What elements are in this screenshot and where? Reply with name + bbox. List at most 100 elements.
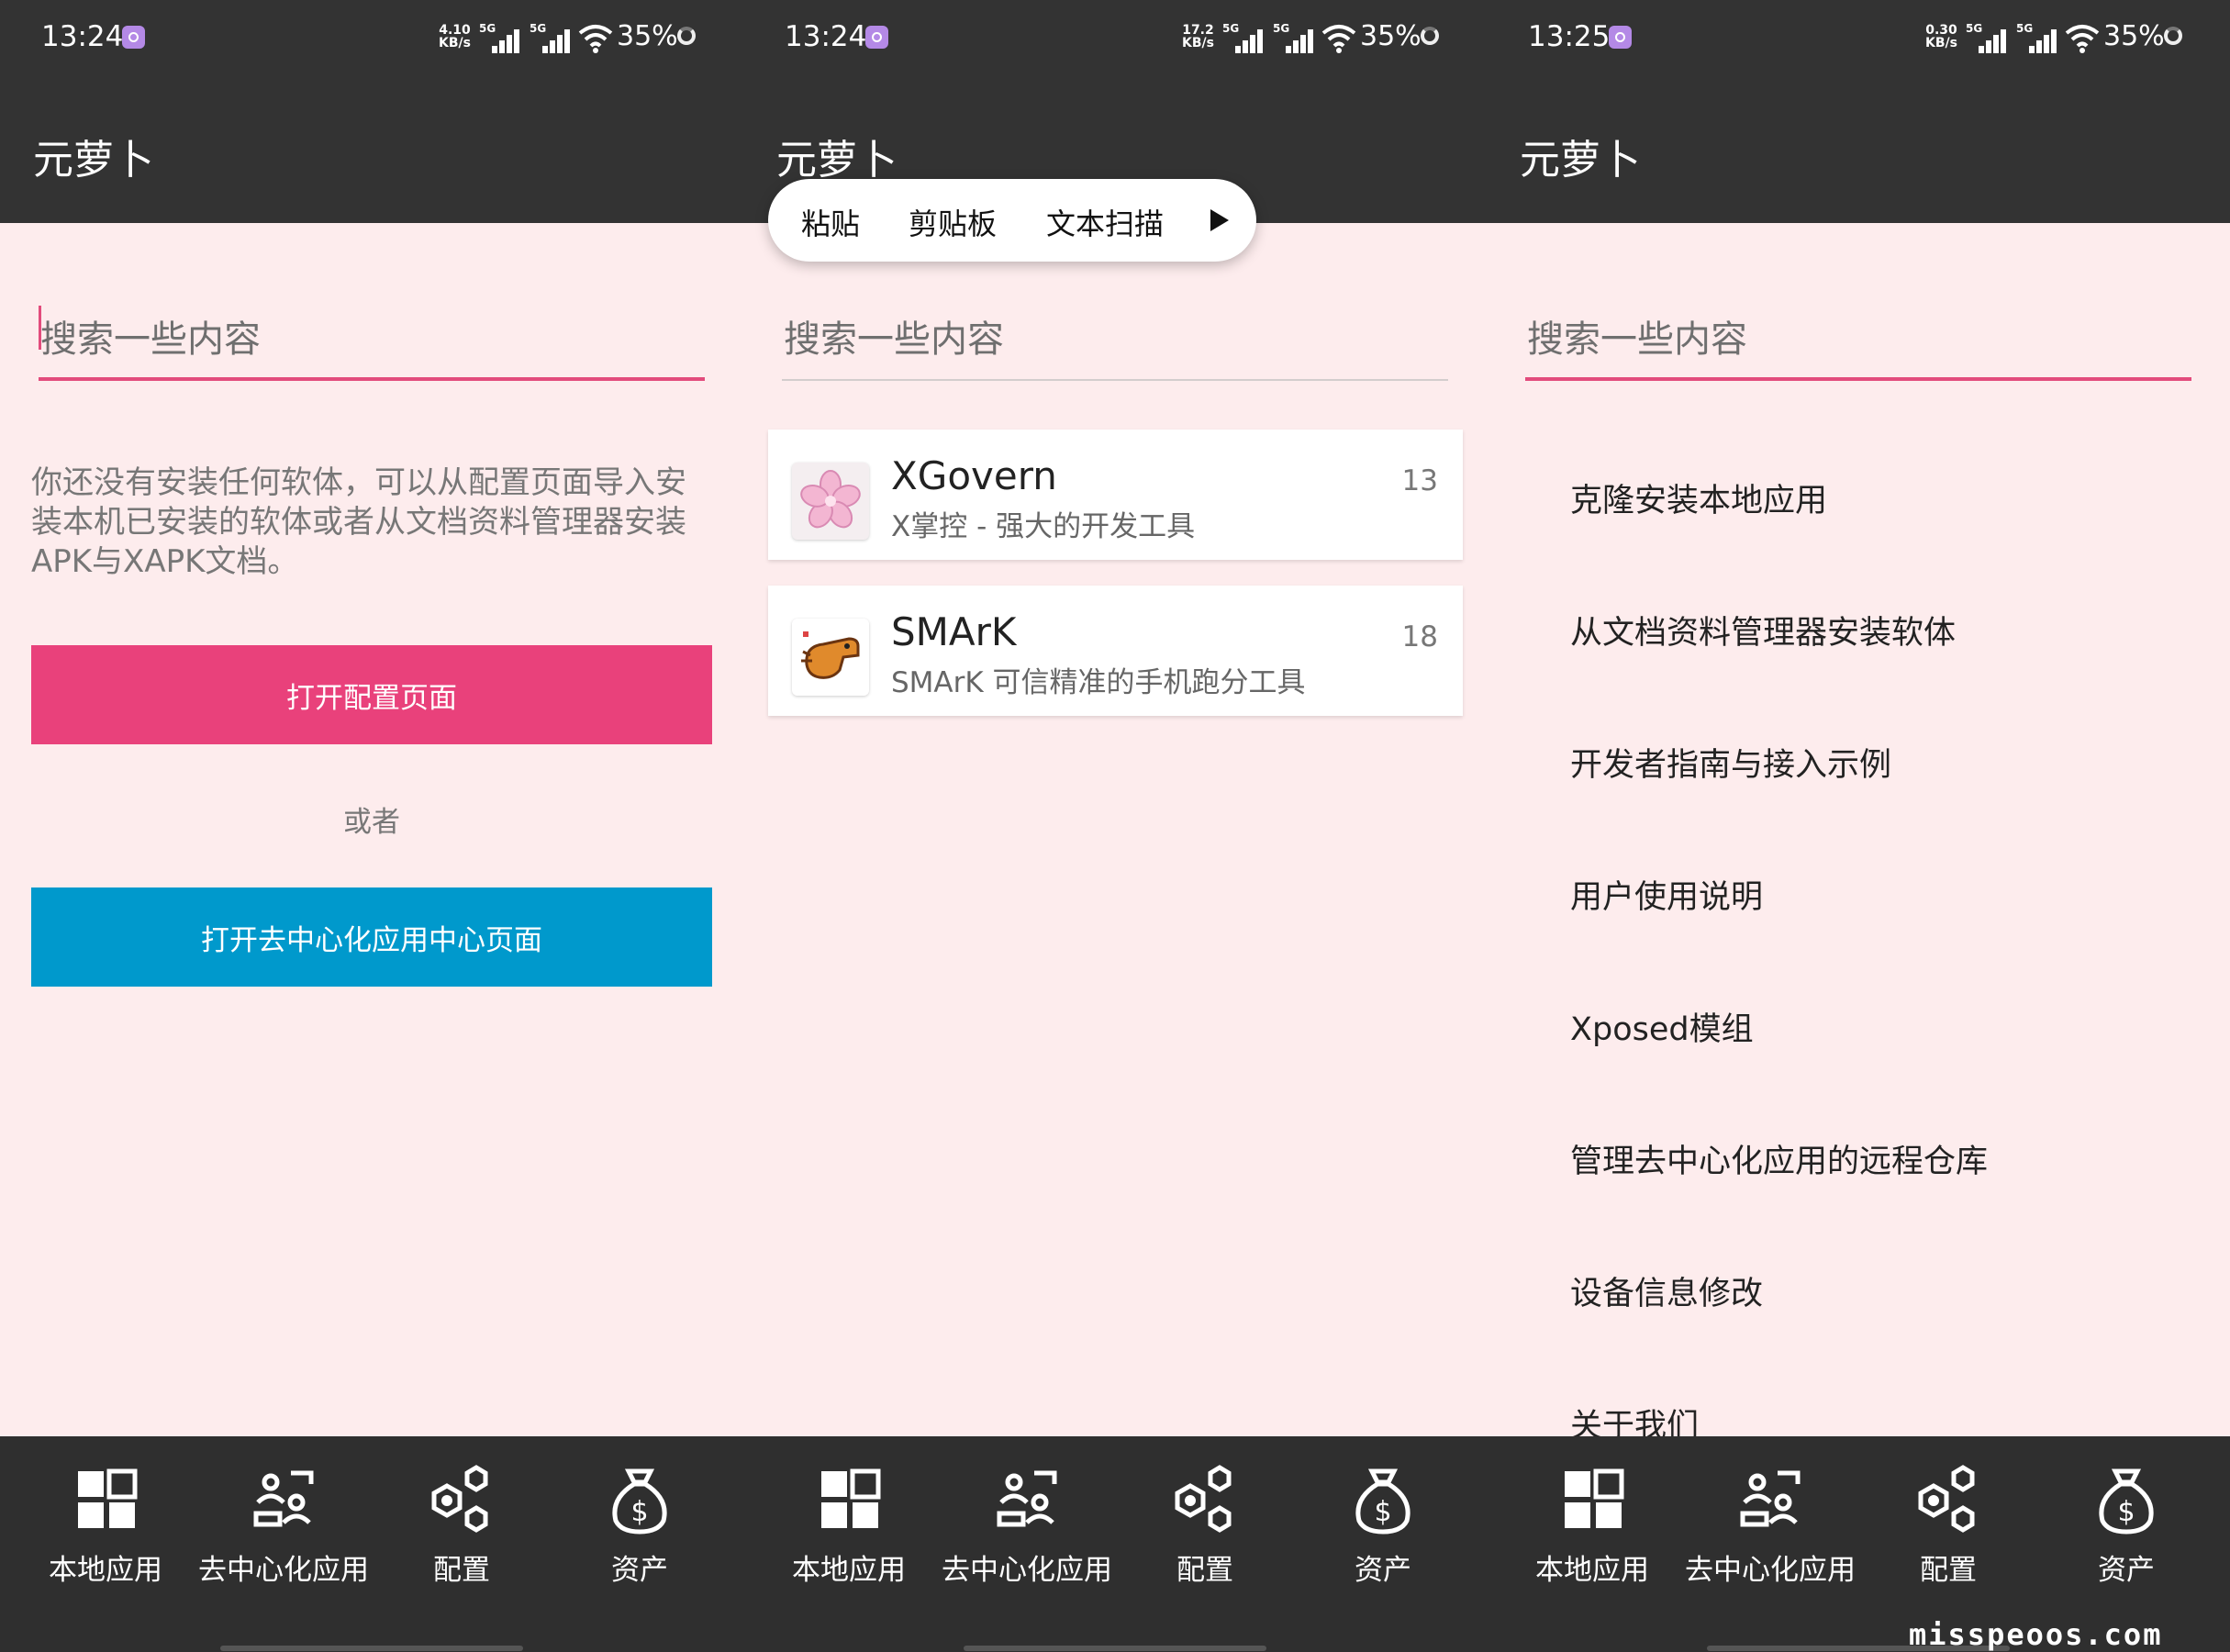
nav-local-apps[interactable]: 本地应用: [17, 1462, 195, 1588]
open-config-button[interactable]: 打开配置页面: [31, 645, 712, 744]
app-name: XGovern: [891, 453, 1057, 498]
nav-config[interactable]: 配置: [1116, 1462, 1294, 1588]
loading-icon: [1421, 27, 1439, 45]
signal-icon: 5G: [1273, 22, 1314, 55]
search-placeholder: 搜索一些内容: [1527, 318, 1747, 361]
menu-user-guide[interactable]: 用户使用说明: [1570, 871, 1763, 918]
app-description: SMArK 可信精准的手机跑分工具: [891, 666, 1306, 699]
menu-developer-guide[interactable]: 开发者指南与接入示例: [1570, 739, 1891, 786]
nav-config[interactable]: 配置: [1859, 1462, 2037, 1588]
signal-icon: 5G: [530, 22, 571, 55]
paste-menu-item[interactable]: 粘贴: [801, 201, 860, 243]
nav-label: 去中心化应用: [942, 1554, 1112, 1587]
nav-label: 配置: [1176, 1554, 1233, 1587]
menu-clone-install[interactable]: 克隆安装本地应用: [1570, 474, 1827, 521]
signal-label: 5G: [1966, 22, 1983, 35]
home-indicator[interactable]: [220, 1646, 523, 1651]
empty-message: 你还没有安装任何软体，可以从配置页面导入安装本机已安装的软体或者从文档资料管理器…: [31, 464, 686, 580]
signal-icon: 5G: [1966, 22, 2007, 55]
nav-config[interactable]: 配置: [373, 1462, 551, 1588]
text-context-menu: 粘贴 剪贴板 文本扫描: [768, 179, 1256, 262]
nav-label: 资产: [2098, 1554, 2155, 1587]
home-indicator[interactable]: [964, 1646, 1266, 1651]
sakura-icon: [792, 463, 869, 540]
nav-local-apps[interactable]: 本地应用: [1503, 1462, 1681, 1588]
more-arrow-icon[interactable]: [1210, 209, 1229, 231]
grid-icon: [78, 1468, 138, 1528]
search-placeholder: 搜索一些内容: [784, 318, 1004, 361]
nav-label: 配置: [1920, 1554, 1977, 1587]
menu-xposed-modules[interactable]: Xposed模组: [1570, 1003, 1754, 1050]
net-speed-value: 17.2: [1182, 23, 1214, 38]
bottom-nav: 本地应用 去中心化应用 配置 $ 资产: [0, 1436, 743, 1652]
app-count: 13: [1401, 464, 1438, 497]
app-title: 元萝卜: [1520, 137, 1641, 184]
nav-assets[interactable]: $ 资产: [1294, 1462, 1472, 1588]
search-input[interactable]: 搜索一些内容: [39, 298, 705, 381]
status-time: 13:24: [785, 20, 867, 53]
screen-local-apps-list: 13:24 17.2 KB/s 5G 5G 35% 元萝卜 粘贴 剪贴板 文本扫描…: [743, 0, 1487, 1652]
notification-icon: [122, 26, 145, 49]
bottom-nav: 本地应用 去中心化应用 配置 $ 资产: [743, 1436, 1487, 1652]
net-speed: 17.2 KB/s: [1182, 24, 1214, 50]
net-speed: 4.10 KB/s: [439, 24, 471, 50]
gears-icon: [1918, 1465, 1975, 1533]
status-time: 13:25: [1528, 20, 1611, 53]
app-card[interactable]: SMArK SMArK 可信精准的手机跑分工具 18: [768, 586, 1463, 716]
nav-label: 本地应用: [1535, 1554, 1649, 1587]
signal-label: 5G: [479, 22, 496, 35]
svg-text:$: $: [630, 1496, 648, 1528]
menu-install-from-files[interactable]: 从文档资料管理器安装软体: [1570, 607, 1956, 653]
status-bar: 13:24 4.10 KB/s 5G 5G 35%: [0, 0, 743, 81]
nav-label: 本地应用: [49, 1554, 162, 1587]
wifi-icon: [578, 25, 613, 53]
app-count: 18: [1401, 620, 1438, 653]
menu-remote-repos[interactable]: 管理去中心化应用的远程仓库: [1570, 1135, 1988, 1182]
nav-label: 配置: [433, 1554, 490, 1587]
status-bar: 13:24 17.2 KB/s 5G 5G 35%: [743, 0, 1487, 81]
notification-icon: [1609, 26, 1632, 49]
net-speed: 0.30 KB/s: [1925, 24, 1957, 50]
screen-local-apps-empty: 13:24 4.10 KB/s 5G 5G 35% 元萝卜 搜索一些内容 你还没有…: [0, 0, 743, 1652]
signal-label: 5G: [1273, 22, 1290, 35]
signal-label: 5G: [1222, 22, 1240, 35]
app-name: SMArK: [891, 609, 1017, 654]
nav-decentral-apps[interactable]: 去中心化应用: [195, 1462, 373, 1588]
svg-text:$: $: [2117, 1496, 2135, 1528]
or-label: 或者: [343, 806, 400, 839]
nav-assets[interactable]: $ 资产: [2037, 1462, 2215, 1588]
nav-label: 去中心化应用: [198, 1554, 369, 1587]
nav-decentral-apps[interactable]: 去中心化应用: [938, 1462, 1116, 1588]
nav-label: 本地应用: [792, 1554, 906, 1587]
app-description: X掌控 - 强大的开发工具: [891, 510, 1196, 543]
signal-icon: 5G: [479, 22, 520, 55]
dinosaur-icon: [792, 619, 869, 696]
clipboard-menu-item[interactable]: 剪贴板: [909, 201, 997, 243]
signal-label: 5G: [530, 22, 547, 35]
screen-config: 13:25 0.30 KB/s 5G 5G 35% 元萝卜 搜索一些内容 克隆安装…: [1487, 0, 2230, 1652]
net-speed-unit: KB/s: [1925, 36, 1957, 50]
wifi-icon: [2065, 25, 2100, 53]
svg-text:$: $: [1374, 1496, 1391, 1528]
net-speed-value: 0.30: [1925, 23, 1957, 38]
nav-local-apps[interactable]: 本地应用: [760, 1462, 938, 1588]
net-speed-unit: KB/s: [1182, 36, 1214, 50]
nav-decentral-apps[interactable]: 去中心化应用: [1681, 1462, 1859, 1588]
signal-label: 5G: [2016, 22, 2034, 35]
loading-icon: [677, 27, 696, 45]
search-underline: [39, 377, 705, 381]
grid-icon: [1565, 1468, 1624, 1528]
loading-icon: [2164, 27, 2182, 45]
text-scan-menu-item[interactable]: 文本扫描: [1046, 201, 1164, 243]
nav-label: 去中心化应用: [1685, 1554, 1856, 1587]
search-input[interactable]: 搜索一些内容: [1525, 298, 2191, 381]
status-time: 13:24: [41, 20, 124, 53]
gears-icon: [1175, 1465, 1232, 1533]
battery-level: 35%: [1360, 20, 1422, 52]
search-input[interactable]: 搜索一些内容: [782, 298, 1448, 381]
app-card[interactable]: XGovern X掌控 - 强大的开发工具 13: [768, 430, 1463, 560]
menu-device-info[interactable]: 设备信息修改: [1570, 1267, 1763, 1314]
open-decentral-center-button[interactable]: 打开去中心化应用中心页面: [31, 887, 712, 987]
nav-assets[interactable]: $ 资产: [551, 1462, 729, 1588]
battery-level: 35%: [2103, 20, 2165, 52]
